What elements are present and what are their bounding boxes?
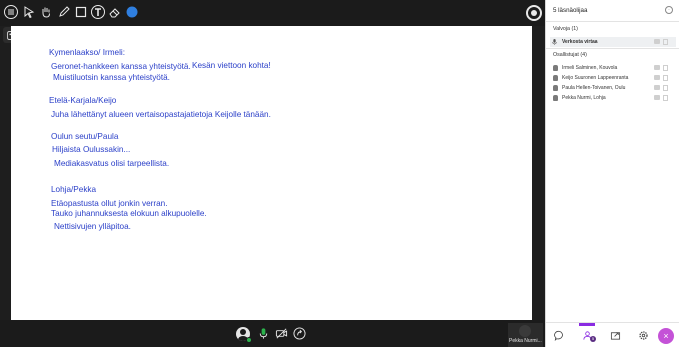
board-text: Etäopastusta ollut jonkin verran.: [51, 199, 168, 208]
options-icon[interactable]: [663, 39, 668, 45]
user-icon: [553, 65, 558, 71]
avatar: [519, 325, 531, 337]
chat-icon[interactable]: [553, 329, 566, 342]
user-icon: [553, 85, 558, 91]
rectangle-icon[interactable]: [73, 4, 89, 20]
pointer-icon[interactable]: [21, 4, 37, 20]
board-text: Mediakasvatus olisi tarpeellista.: [54, 159, 170, 168]
options-icon[interactable]: [663, 75, 668, 81]
settings-icon[interactable]: [637, 329, 650, 342]
participants-heading: Osallistujat (4): [553, 52, 587, 58]
whiteboard[interactable]: Kymenlaakso/ Irmeli: Geronet-hankkeen ka…: [11, 26, 532, 320]
mic-icon: [552, 39, 557, 45]
eraser-icon[interactable]: [107, 4, 123, 20]
session-controls-bar: [0, 320, 545, 347]
attendees-count-title: 5 läsnäolijaa: [553, 7, 588, 14]
self-name: Pekka Nurmi...: [509, 338, 542, 344]
share-icon[interactable]: [292, 326, 307, 341]
camera-icon: [654, 65, 660, 70]
board-text: Juha lähettänyt alueen vertaisopastajati…: [51, 110, 271, 119]
board-text: Geronet-hankkeen kanssa yhteistyötä.: [51, 62, 191, 71]
board-text: Nettisivujen ylläpitoa.: [54, 222, 131, 231]
attendee-row[interactable]: Paula Hellen-Toivanen, Oulu: [550, 83, 676, 93]
attendees-panel: 5 läsnäolijaa · Valvoja (1) Verkosta vir…: [545, 0, 679, 347]
options-icon[interactable]: [663, 85, 668, 91]
attendee-name: Irmeli Salminen, Kouvola: [562, 65, 618, 71]
board-text: Etelä-Karjala/Keijo: [49, 96, 117, 105]
pencil-icon[interactable]: [56, 4, 72, 20]
board-text: Muistiluotsin kanssa yhteistyötä.: [53, 73, 170, 82]
attendee-name: Verkosta virtaa: [562, 39, 598, 45]
hand-icon[interactable]: [38, 4, 54, 20]
moderators-heading: Valvoja (1): [553, 26, 578, 32]
board-text: Kesän viettoon kohta!: [192, 61, 271, 70]
user-icon: [553, 95, 558, 101]
attendee-row[interactable]: Irmeli Salminen, Kouvola: [550, 63, 676, 73]
menu-icon[interactable]: [3, 4, 19, 20]
color-icon[interactable]: [124, 4, 140, 20]
divider: [546, 21, 679, 22]
panel-footer: 5 ×: [546, 322, 679, 347]
board-text: Tauko juhannuksesta elokuun alkupuolelle…: [51, 209, 207, 218]
attendee-row-moderator[interactable]: Verkosta virtaa: [550, 37, 676, 47]
close-icon[interactable]: ×: [658, 328, 674, 344]
attendee-name: Keijo Suuronen Lappeenranta: [562, 75, 629, 81]
board-text: Kymenlaakso/ Irmeli:: [49, 48, 125, 57]
panel-options-icon[interactable]: ·: [665, 6, 673, 14]
mic-icon[interactable]: [256, 326, 271, 341]
board-text: Hiljaista Oulussakin...: [52, 145, 131, 154]
active-tab-indicator: [579, 323, 595, 326]
whiteboard-toolbar: [0, 0, 545, 26]
record-icon[interactable]: [526, 5, 542, 21]
camera-icon: [654, 85, 660, 90]
camera-icon: [654, 95, 660, 100]
options-icon[interactable]: [663, 95, 668, 101]
attendee-name: Pekka Nurmi, Lohja: [562, 95, 606, 101]
share-content-icon[interactable]: [609, 329, 622, 342]
divider: [546, 48, 679, 49]
options-icon[interactable]: [663, 65, 668, 71]
user-icon: [553, 75, 558, 81]
text-icon[interactable]: [90, 4, 106, 20]
self-video-tile: Pekka Nurmi...: [508, 323, 543, 347]
camera-icon: [654, 75, 660, 80]
board-text: Oulun seutu/Paula: [51, 132, 119, 141]
video-off-icon[interactable]: [274, 326, 289, 341]
attendee-row[interactable]: Pekka Nurmi, Lohja: [550, 93, 676, 103]
attendees-badge: 5: [590, 336, 596, 342]
attendee-name: Paula Hellen-Toivanen, Oulu: [562, 85, 626, 91]
camera-icon: [654, 39, 660, 44]
board-text: Lohja/Pekka: [51, 185, 97, 194]
attendee-row[interactable]: Keijo Suuronen Lappeenranta: [550, 73, 676, 83]
status-indicator: [246, 337, 252, 343]
